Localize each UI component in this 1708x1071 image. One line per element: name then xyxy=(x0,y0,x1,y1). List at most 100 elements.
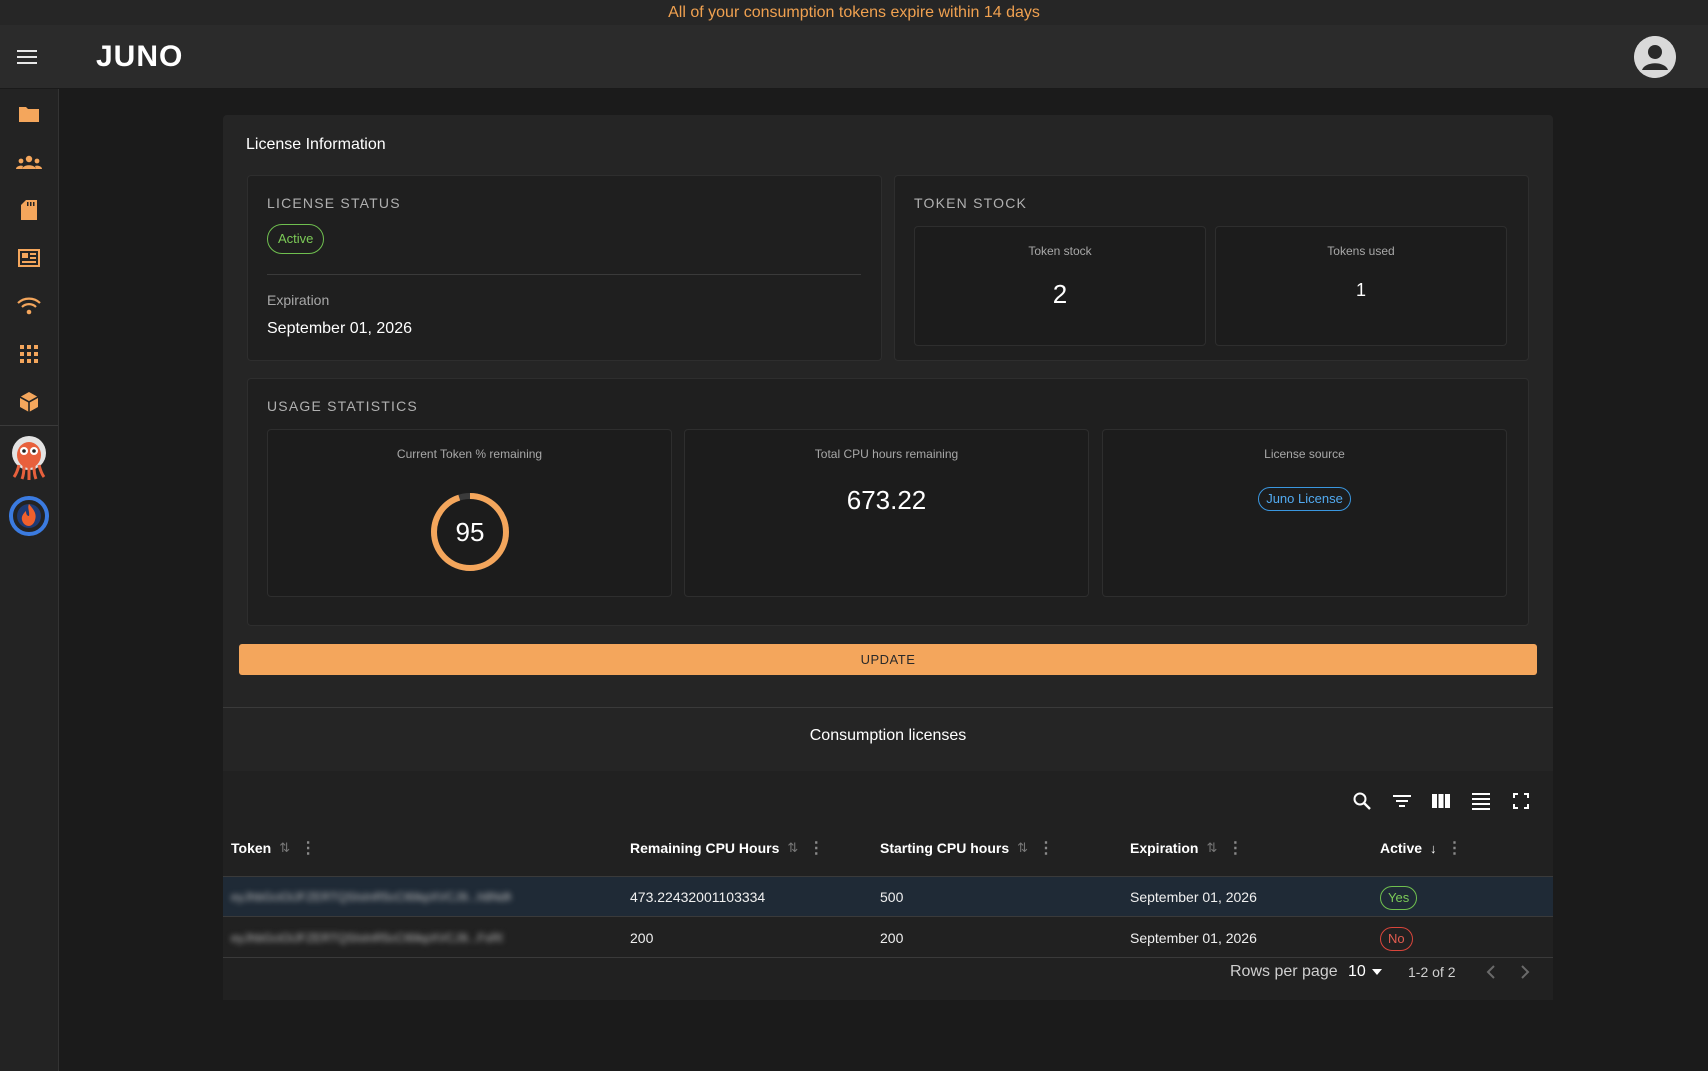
cpu-hours-label: Total CPU hours remaining xyxy=(814,447,959,461)
license-status-panel: LICENSE STATUS Active Expiration Septemb… xyxy=(247,175,882,361)
columns-button[interactable] xyxy=(1427,787,1455,815)
search-button[interactable] xyxy=(1348,787,1376,815)
tokens-used-label: Tokens used xyxy=(1327,244,1395,258)
token-stock-value: 2 xyxy=(1052,279,1068,309)
usage-statistics-panel: USAGE STATISTICS Current Token % remaini… xyxy=(247,378,1529,626)
sidebar-item-spark[interactable] xyxy=(0,489,58,543)
column-header-expiration[interactable]: Expiration ⇅ ⋮ xyxy=(1130,833,1243,863)
starting-cpu-cell: 500 xyxy=(880,889,904,905)
rows-per-page-label: Rows per page xyxy=(1230,963,1338,980)
filter-button[interactable] xyxy=(1388,787,1416,815)
consumption-licenses-title: Consumption licenses xyxy=(809,727,967,744)
column-header-label: Starting CPU hours xyxy=(880,840,1010,856)
column-header-active[interactable]: Active ↓ ⋮ xyxy=(1380,833,1463,863)
column-menu-icon[interactable]: ⋮ xyxy=(300,838,316,858)
license-source-box: License source Juno License xyxy=(1102,429,1507,597)
sort-icon[interactable]: ⇅ xyxy=(1017,840,1028,856)
juno-logo[interactable]: JUNO xyxy=(96,39,183,75)
hamburger-menu-button[interactable] xyxy=(13,43,41,71)
table-row[interactable]: eyJhbGciOiJFZERTQSIsInR5cCI6IkpXVCJ9...h… xyxy=(223,877,1553,917)
token-stock-panel: TOKEN STOCK Token stock 2 Tokens used 1 xyxy=(894,175,1529,361)
column-header-label: Token xyxy=(231,840,272,856)
pagination-range: 1-2 of 2 xyxy=(1408,964,1456,980)
column-header-label: Remaining CPU Hours xyxy=(630,840,780,856)
previous-page-button[interactable] xyxy=(1486,957,1496,987)
wifi-icon xyxy=(17,297,41,315)
hamburger-icon xyxy=(17,50,37,64)
sidebar-item-groups[interactable] xyxy=(0,140,58,184)
sort-icon[interactable]: ⇅ xyxy=(1206,840,1217,856)
token-stock-box: Token stock 2 xyxy=(914,226,1206,346)
column-header-starting-cpu[interactable]: Starting CPU hours ⇅ ⋮ xyxy=(880,833,1054,863)
token-stock-heading: TOKEN STOCK xyxy=(914,195,1028,211)
sidebar-item-apps[interactable] xyxy=(0,332,58,376)
token-cell: eyJhbGciOiJFZERTQSIsInR5cCI6IkpXVCJ9...F… xyxy=(231,931,503,945)
section-divider xyxy=(223,707,1553,708)
sidebar-separator xyxy=(0,425,58,426)
sort-icon[interactable]: ⇅ xyxy=(787,840,798,856)
sidebar-item-network[interactable] xyxy=(0,284,58,328)
account-circle-icon xyxy=(1634,36,1676,78)
folder-icon xyxy=(19,107,39,122)
cpu-hours-box: Total CPU hours remaining 673.22 xyxy=(684,429,1089,597)
account-avatar-button[interactable] xyxy=(1634,36,1676,78)
sidebar xyxy=(0,89,59,1071)
rows-per-page-value: 10 xyxy=(1348,963,1366,980)
expiration-value: September 01, 2026 xyxy=(267,320,412,337)
tokens-used-value: 1 xyxy=(1355,280,1366,300)
sort-desc-icon[interactable]: ↓ xyxy=(1430,841,1437,856)
column-header-remaining-cpu[interactable]: Remaining CPU Hours ⇅ ⋮ xyxy=(630,833,824,863)
density-button[interactable] xyxy=(1467,787,1495,815)
fullscreen-button[interactable] xyxy=(1507,787,1535,815)
token-expiry-banner: All of your consumption tokens expire wi… xyxy=(0,0,1708,25)
column-menu-icon[interactable]: ⋮ xyxy=(808,838,824,858)
apps-grid-icon xyxy=(20,345,38,363)
chevron-left-icon xyxy=(1486,965,1495,979)
top-app-bar: JUNO xyxy=(0,25,1708,89)
license-status-chip: Active xyxy=(267,224,325,254)
argo-octopus-icon xyxy=(12,436,46,480)
token-percent-box: Current Token % remaining 95 xyxy=(267,429,672,597)
next-page-button[interactable] xyxy=(1520,957,1530,987)
dropdown-arrow-icon xyxy=(1371,969,1382,975)
active-yes-chip: Yes xyxy=(1380,886,1418,911)
column-header-label: Expiration xyxy=(1130,840,1199,856)
usage-statistics-heading: USAGE STATISTICS xyxy=(267,398,418,414)
consumption-table: Token ⇅ ⋮ Remaining CPU Hours ⇅ ⋮ Starti… xyxy=(223,771,1553,1000)
sidebar-item-folder[interactable] xyxy=(0,92,58,136)
expiration-cell: September 01, 2026 xyxy=(1130,889,1257,905)
sort-icon[interactable]: ⇅ xyxy=(279,840,290,856)
token-stock-label: Token stock xyxy=(1028,244,1092,258)
sidebar-item-packages[interactable] xyxy=(0,380,58,424)
rows-per-page-select[interactable]: 10 xyxy=(1348,957,1382,987)
column-header-token[interactable]: Token ⇅ ⋮ xyxy=(231,833,316,863)
token-percent-label: Current Token % remaining xyxy=(396,447,543,461)
table-row[interactable]: eyJhbGciOiJFZERTQSIsInR5cCI6IkpXVCJ9...F… xyxy=(223,918,1553,958)
license-source-chip: Juno License xyxy=(1258,487,1351,511)
chevron-right-icon xyxy=(1521,965,1530,979)
column-menu-icon[interactable]: ⋮ xyxy=(1038,838,1054,858)
license-status-heading: LICENSE STATUS xyxy=(267,195,401,211)
sidebar-item-dashboard[interactable] xyxy=(0,236,58,280)
column-header-label: Active xyxy=(1380,840,1423,856)
filter-lines-icon xyxy=(1393,795,1411,807)
sidebar-item-argo[interactable] xyxy=(0,431,58,485)
package-icon xyxy=(19,392,39,412)
sidebar-item-storage[interactable] xyxy=(0,188,58,232)
column-menu-icon[interactable]: ⋮ xyxy=(1447,838,1463,858)
view-column-icon xyxy=(1432,794,1450,808)
expiration-label: Expiration xyxy=(267,292,330,308)
update-button[interactable]: UPDATE xyxy=(239,644,1537,675)
fullscreen-icon xyxy=(1513,793,1529,809)
license-source-label: License source xyxy=(1264,447,1345,461)
column-menu-icon[interactable]: ⋮ xyxy=(1227,838,1243,858)
newspaper-icon xyxy=(18,249,40,267)
logo-text: JUNO xyxy=(96,40,184,73)
flame-wheel-icon xyxy=(9,496,49,536)
card-title: License Information xyxy=(246,136,386,153)
active-cell: No xyxy=(1380,918,1413,958)
token-cell: eyJhbGciOiJFZERTQSIsInR5cCI6IkpXVCJ9...h… xyxy=(231,890,511,904)
density-lines-icon xyxy=(1472,793,1490,810)
license-information-card: License Information LICENSE STATUS Activ… xyxy=(223,115,1553,1000)
remaining-cpu-cell: 200 xyxy=(630,930,654,946)
